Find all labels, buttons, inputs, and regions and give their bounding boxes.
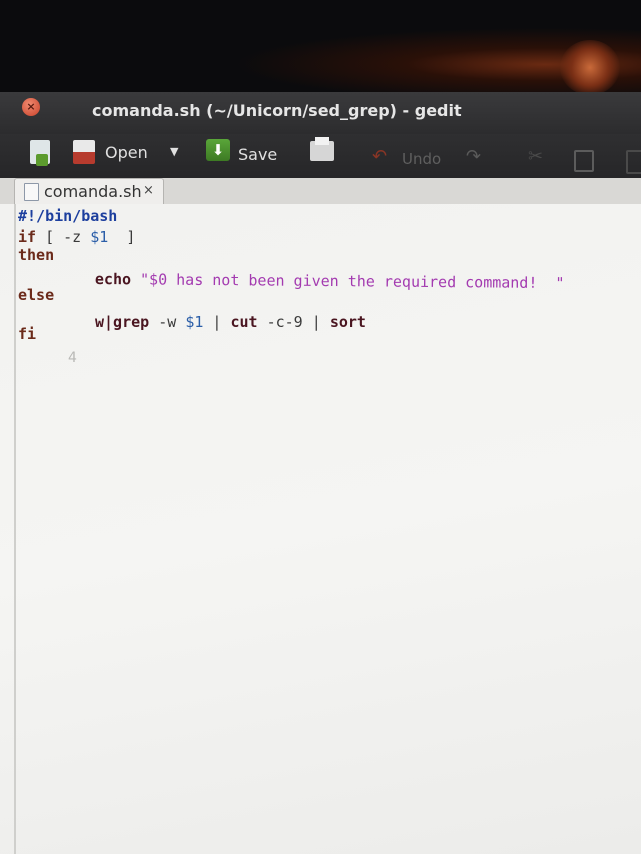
code-line-7: fi — [18, 325, 37, 343]
save-button[interactable]: Save — [238, 145, 277, 164]
copy-icon[interactable] — [574, 150, 594, 172]
keyword-if: if — [18, 228, 37, 246]
print-icon[interactable] — [310, 137, 334, 161]
code-line-2: if [ -z $1 ] — [18, 228, 135, 246]
open-button[interactable]: Open — [105, 143, 148, 162]
wallpaper-glow — [560, 40, 620, 95]
save-icon[interactable]: ⬇ — [206, 139, 230, 161]
test-close: ] — [108, 228, 136, 246]
editor-left-border — [14, 204, 16, 854]
echo-string: "$0 has not been given the required comm… — [130, 270, 565, 293]
command-w-grep: w|grep — [95, 313, 150, 331]
command-echo: echo — [94, 270, 132, 289]
text-editor-area[interactable] — [0, 204, 641, 854]
undo-button[interactable]: Undo — [402, 150, 441, 168]
command-cut: cut — [230, 313, 258, 331]
window-close-button[interactable]: × — [22, 98, 40, 116]
cut-flags: -c-9 | — [257, 313, 330, 331]
document-icon — [24, 183, 39, 201]
code-line-6: w|grep -w $1 | cut -c-9 | sort — [95, 313, 366, 331]
open-dropdown-chevron-icon[interactable]: ▼ — [170, 145, 178, 158]
test-expression: [ -z — [36, 228, 91, 246]
tab-label[interactable]: comanda.sh — [44, 182, 142, 201]
open-icon[interactable] — [73, 140, 95, 164]
undo-icon[interactable]: ↶ — [372, 146, 387, 167]
code-line-1: #!/bin/bash — [18, 207, 118, 225]
pipe-1: | — [203, 313, 231, 331]
code-line-3: then — [18, 246, 55, 264]
grep-flags: -w — [149, 313, 186, 331]
code-line-5: else — [18, 286, 55, 304]
tab-close-icon[interactable]: × — [143, 183, 154, 198]
cut-icon[interactable]: ✂ — [528, 146, 543, 167]
redo-icon[interactable]: ↷ — [466, 146, 481, 167]
command-sort: sort — [329, 313, 366, 331]
desktop-wallpaper — [0, 0, 641, 92]
paste-icon[interactable] — [626, 150, 641, 174]
faint-mark: 4 — [68, 350, 77, 366]
window-title: comanda.sh (~/Unicorn/sed_grep) - gedit — [92, 101, 462, 120]
variable-arg1-pipe: $1 — [185, 313, 204, 331]
new-document-icon[interactable] — [30, 140, 50, 166]
variable-arg1: $1 — [90, 228, 109, 246]
